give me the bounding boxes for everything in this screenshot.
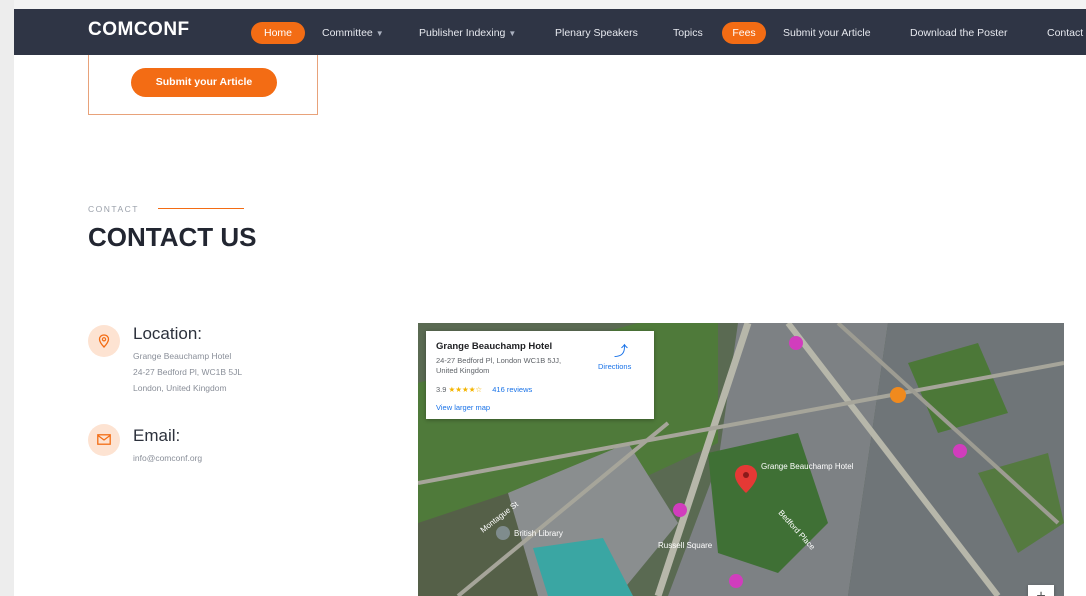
submit-article-button[interactable]: Submit your Article	[131, 68, 277, 97]
nav-item-submit-article[interactable]: Submit your Article	[783, 22, 871, 44]
directions-link[interactable]: Directions	[598, 362, 631, 371]
address-line: Grange Beauchamp Hotel	[133, 351, 232, 361]
location-heading: Location:	[133, 324, 202, 343]
view-larger-map-link[interactable]: View larger map	[436, 403, 490, 412]
email-heading: Email:	[133, 426, 181, 445]
location-address: Grange Beauchamp Hotel 24-27 Bedford Pl,…	[133, 348, 242, 396]
directions-icon[interactable]: ⤴	[614, 341, 628, 361]
nav-item-fees[interactable]: Fees	[722, 22, 766, 44]
map-place-card: Grange Beauchamp Hotel 24-27 Bedford Pl,…	[426, 331, 654, 419]
nav-item-label: Contact	[1047, 27, 1084, 39]
address-line: London, United Kingdom	[133, 383, 227, 393]
rating-value: 3.9	[436, 385, 447, 394]
main-navbar: COMCONF Home Committee ▼ Publisher Indexi…	[14, 9, 1086, 55]
page-top-strip	[14, 0, 1086, 9]
location-map[interactable]: Grange Beauchamp Hotel Bedford Place Mon…	[418, 323, 1064, 596]
place-rating: 3.9 ★★★★☆ 416 reviews	[436, 385, 532, 394]
place-address-line: United Kingdom	[436, 366, 490, 375]
envelope-icon	[88, 424, 120, 456]
nav-item-download-poster[interactable]: Download the Poster	[910, 22, 1007, 44]
chevron-down-icon: ▼	[508, 29, 517, 38]
map-label-library: British Library	[514, 529, 563, 538]
site-brand[interactable]: COMCONF	[88, 19, 190, 41]
nav-item-committee[interactable]: Committee ▼	[322, 22, 384, 44]
address-line: 24-27 Bedford Pl, WC1B 5JL	[133, 367, 243, 377]
star-rating-icon: ★★★★☆	[448, 385, 483, 394]
location-pin-icon	[88, 325, 120, 357]
email-link[interactable]: info@comconf.org	[133, 450, 202, 466]
map-label-hotel: Grange Beauchamp Hotel	[761, 462, 854, 471]
nav-item-label: Submit your Article	[783, 27, 871, 39]
reviews-link[interactable]: 416 reviews	[492, 385, 532, 394]
map-label-park: Russell Square	[658, 541, 713, 550]
nav-item-home[interactable]: Home	[251, 22, 305, 44]
nav-item-label: Publisher Indexing	[419, 27, 506, 39]
place-address: 24-27 Bedford Pl, London WC1B 5JJ, Unite…	[436, 356, 586, 376]
nav-item-label: Committee	[322, 27, 373, 39]
nav-item-label: Plenary Speakers	[555, 27, 638, 39]
map-zoom-in-button[interactable]: +	[1028, 585, 1054, 596]
nav-item-topics[interactable]: Topics	[673, 22, 703, 44]
page-left-gutter	[0, 0, 14, 596]
section-eyebrow-line	[158, 208, 244, 209]
nav-item-plenary-speakers[interactable]: Plenary Speakers	[555, 22, 638, 44]
nav-item-label: Topics	[673, 27, 703, 39]
submit-article-card: Submit your Article	[88, 55, 318, 115]
place-address-line: 24-27 Bedford Pl, London WC1B 5JJ,	[436, 356, 562, 365]
section-eyebrow: CONTACT	[88, 204, 139, 214]
nav-item-contact[interactable]: Contact	[1047, 22, 1083, 44]
place-name: Grange Beauchamp Hotel	[436, 341, 553, 352]
nav-item-publisher-indexing[interactable]: Publisher Indexing ▼	[419, 22, 516, 44]
nav-item-label: Download the Poster	[910, 27, 1008, 39]
chevron-down-icon: ▼	[375, 29, 384, 38]
nav-item-label: Fees	[732, 27, 756, 39]
page-title: CONTACT US	[88, 222, 257, 252]
nav-item-label: Home	[263, 27, 292, 39]
